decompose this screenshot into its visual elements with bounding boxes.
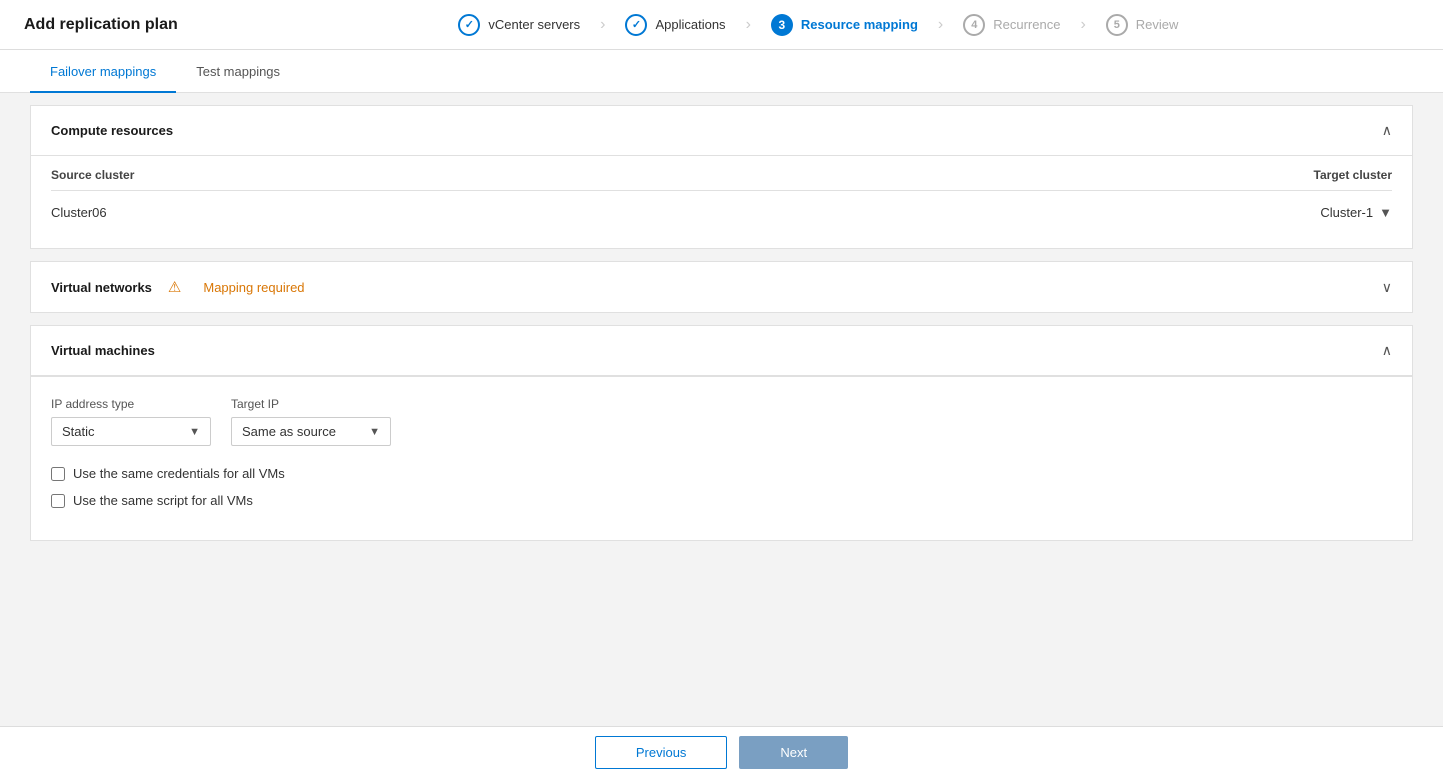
step-applications-label: Applications — [655, 17, 725, 32]
same-credentials-row: Use the same credentials for all VMs — [51, 466, 1392, 481]
ip-address-type-select[interactable]: Static ▼ — [51, 417, 211, 446]
step-recurrence[interactable]: 4 Recurrence — [943, 14, 1080, 36]
section-vmachines: Virtual machines ∧ IP address type Stati… — [30, 325, 1413, 541]
target-ip-select[interactable]: Same as source ▼ — [231, 417, 391, 446]
dropdown-arrow-icon: ▼ — [1379, 205, 1392, 220]
vm-fields: IP address type Static ▼ Target IP Same … — [51, 397, 1392, 446]
section-vnetworks: Virtual networks ⚠ Mapping required ∨ — [30, 261, 1413, 313]
warning-triangle-icon: ⚠ — [168, 278, 181, 296]
page-title: Add replication plan — [24, 16, 178, 34]
step-vcenter[interactable]: ✓ vCenter servers — [438, 14, 600, 36]
chevron-up-icon: ∧ — [1382, 122, 1392, 139]
section-vmachines-header[interactable]: Virtual machines ∧ — [31, 326, 1412, 376]
cluster-row: Cluster06 Cluster-1 ▼ — [51, 191, 1392, 229]
ip-select-arrow-icon: ▼ — [189, 426, 200, 438]
step-recurrence-icon: 4 — [963, 14, 985, 36]
ip-address-type-value: Static — [62, 424, 95, 439]
section-compute-title: Compute resources — [51, 123, 173, 138]
section-compute: Compute resources ∧ Source cluster Targe… — [30, 105, 1413, 249]
section-vmachines-body: IP address type Static ▼ Target IP Same … — [31, 377, 1412, 540]
step-review-label: Review — [1136, 17, 1179, 32]
section-vmachines-title: Virtual machines — [51, 343, 155, 358]
step-vcenter-icon: ✓ — [458, 14, 480, 36]
target-cluster-dropdown[interactable]: Cluster-1 ▼ — [742, 205, 1392, 220]
tab-failover[interactable]: Failover mappings — [30, 50, 176, 93]
same-script-checkbox[interactable] — [51, 494, 65, 508]
section-compute-body: Source cluster Target cluster Cluster06 … — [31, 156, 1412, 248]
same-script-label[interactable]: Use the same script for all VMs — [73, 493, 253, 508]
source-cluster-header: Source cluster — [51, 156, 742, 191]
cluster-table: Source cluster Target cluster Cluster06 … — [51, 156, 1392, 228]
mapping-required-text: Mapping required — [203, 280, 304, 295]
step-recurrence-label: Recurrence — [993, 17, 1060, 32]
step-review-icon: 5 — [1106, 14, 1128, 36]
sections-container: Compute resources ∧ Source cluster Targe… — [0, 93, 1443, 726]
step-applications[interactable]: ✓ Applications — [605, 14, 745, 36]
main-content: Failover mappings Test mappings Compute … — [0, 50, 1443, 726]
step-vcenter-label: vCenter servers — [488, 17, 580, 32]
target-cluster-value: Cluster-1 — [1320, 205, 1373, 220]
step-review[interactable]: 5 Review — [1086, 14, 1199, 36]
section-vnetworks-header[interactable]: Virtual networks ⚠ Mapping required ∨ — [31, 262, 1412, 312]
target-ip-arrow-icon: ▼ — [369, 426, 380, 438]
tab-test[interactable]: Test mappings — [176, 50, 300, 93]
section-compute-header[interactable]: Compute resources ∧ — [31, 106, 1412, 156]
ip-address-type-group: IP address type Static ▼ — [51, 397, 211, 446]
step-applications-icon: ✓ — [625, 14, 647, 36]
target-ip-label: Target IP — [231, 397, 391, 411]
source-cluster-value: Cluster06 — [51, 191, 742, 229]
same-credentials-checkbox[interactable] — [51, 467, 65, 481]
tabs-container: Failover mappings Test mappings — [0, 50, 1443, 93]
step-resource-mapping-icon: 3 — [771, 14, 793, 36]
wizard-steps: ✓ vCenter servers › ✓ Applications › 3 R… — [218, 14, 1419, 36]
step-resource-mapping-label: Resource mapping — [801, 17, 918, 32]
vnetworks-header-left: Virtual networks ⚠ Mapping required — [51, 278, 305, 296]
chevron-down-icon: ∨ — [1382, 279, 1392, 296]
next-button[interactable]: Next — [739, 736, 848, 769]
same-credentials-label[interactable]: Use the same credentials for all VMs — [73, 466, 285, 481]
target-cluster-header: Target cluster — [742, 156, 1392, 191]
target-ip-group: Target IP Same as source ▼ — [231, 397, 391, 446]
footer: Previous Next — [0, 726, 1443, 778]
section-vnetworks-title: Virtual networks — [51, 280, 152, 295]
target-cluster-cell: Cluster-1 ▼ — [742, 191, 1392, 229]
target-ip-value: Same as source — [242, 424, 336, 439]
previous-button[interactable]: Previous — [595, 736, 728, 769]
ip-address-type-label: IP address type — [51, 397, 211, 411]
chevron-up-icon-vm: ∧ — [1382, 342, 1392, 359]
same-script-row: Use the same script for all VMs — [51, 493, 1392, 508]
step-resource-mapping[interactable]: 3 Resource mapping — [751, 14, 938, 36]
header: Add replication plan ✓ vCenter servers ›… — [0, 0, 1443, 50]
